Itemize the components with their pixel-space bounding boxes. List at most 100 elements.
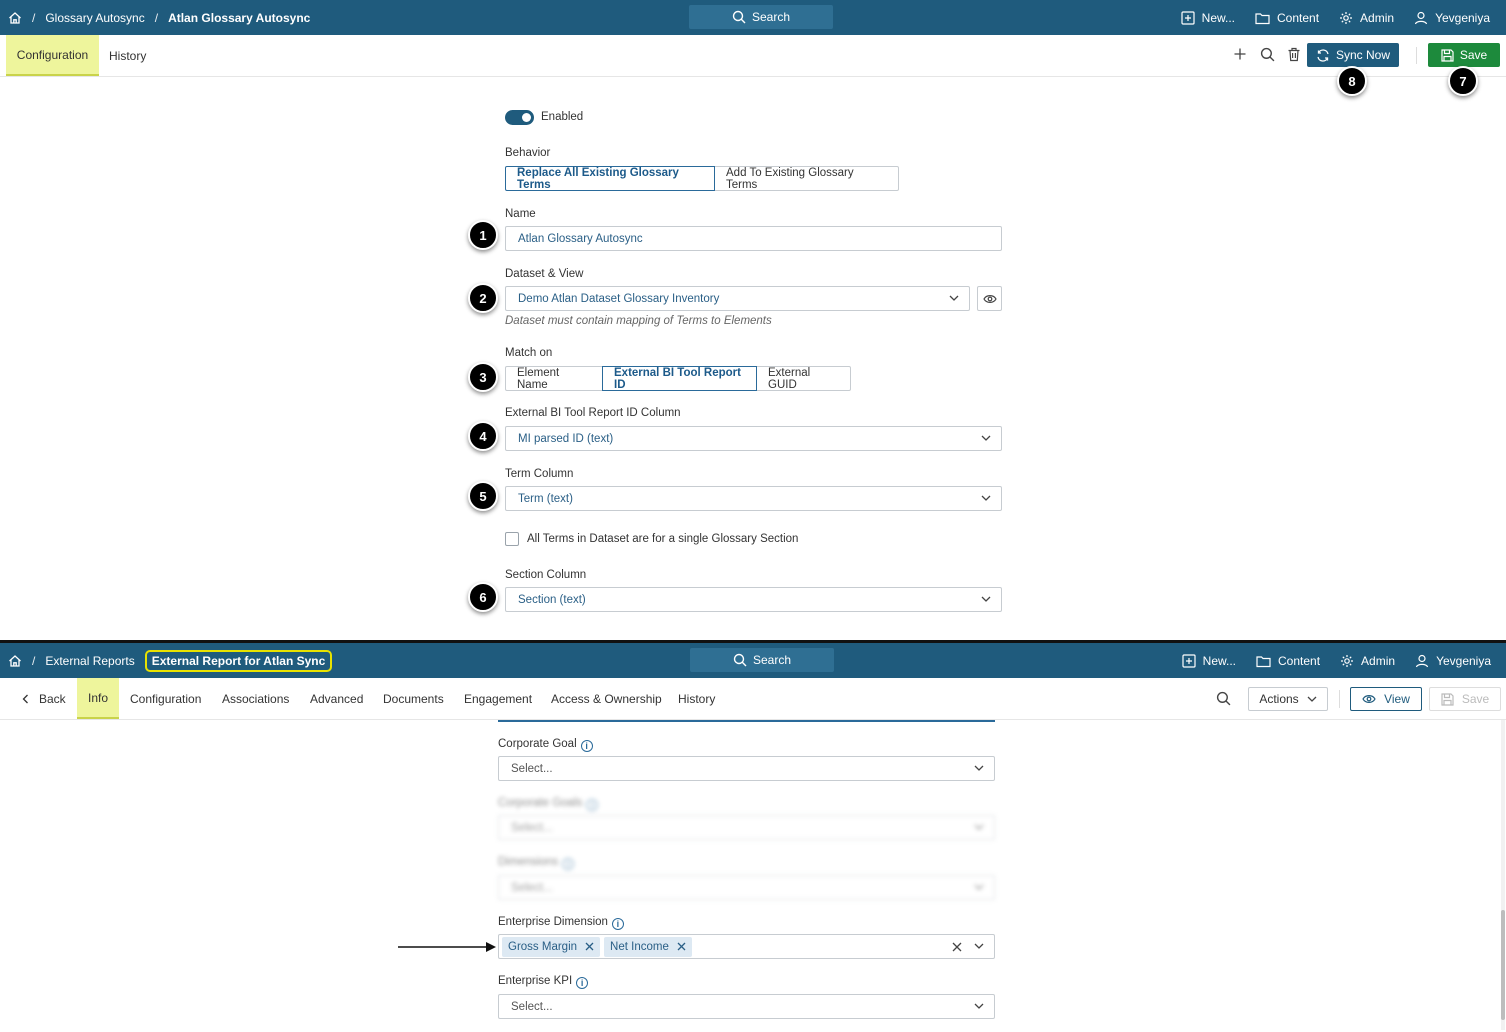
chevron-down-icon [974,823,984,831]
search-icon [732,10,746,24]
report-id-column-select[interactable]: MI parsed ID (text) [505,426,1002,451]
chevron-down-icon [974,1002,984,1010]
corporate-goal-label: Corporate Goal i [498,738,593,752]
trash-icon[interactable] [1287,47,1301,62]
eye-icon [1362,694,1376,704]
tab-history[interactable]: History [678,678,715,719]
corporate-goals-select[interactable]: Select... [498,815,995,840]
match-option-report-id[interactable]: External BI Tool Report ID [602,366,757,391]
tab-info[interactable]: Info [77,678,119,719]
chevron-down-icon [981,494,991,502]
single-section-checkbox[interactable] [505,532,519,546]
name-field[interactable]: Atlan Glossary Autosync [505,226,1002,251]
section-column-value: Section (text) [518,593,586,606]
info-icon: i [586,799,599,811]
toggle-knob [522,113,531,122]
add-icon[interactable] [1233,47,1247,61]
behavior-label: Behavior [505,147,551,159]
chevron-down-icon [1307,695,1317,703]
chip-net-income: Net Income [604,936,692,957]
tab-info-label: Info [87,690,108,705]
behavior-option-add[interactable]: Add To Existing Glossary Terms [714,166,899,191]
step-marker-7: 7 [1448,66,1478,96]
search-icon [733,653,747,667]
tab-engagement[interactable]: Engagement [464,678,532,719]
tab-configuration[interactable]: Configuration [130,678,201,719]
view-dataset-button[interactable] [977,286,1002,311]
term-column-select[interactable]: Term (text) [505,486,1002,511]
content-label: Content [1277,10,1320,25]
chevron-down-icon [974,764,984,772]
step-marker-5: 5 [468,481,498,511]
gear-icon [1339,11,1353,25]
tab-access-ownership[interactable]: Access & Ownership [551,678,662,719]
step-marker-2: 2 [468,283,498,313]
clear-all-icon[interactable] [952,942,962,952]
new-menu[interactable]: New... [1181,11,1235,25]
match-option-element-name[interactable]: Element Name [505,366,603,391]
save-button-disabled[interactable]: Save [1429,687,1501,711]
tab-documents[interactable]: Documents [383,678,444,719]
admin-menu[interactable]: Admin [1340,654,1395,668]
content-menu[interactable]: Content [1256,654,1320,668]
search-icon[interactable] [1260,47,1275,62]
new-menu[interactable]: New... [1182,654,1236,668]
global-search[interactable]: Search [690,648,834,672]
enterprise-dimension-multiselect[interactable]: Gross Margin Net Income [498,934,995,959]
global-search[interactable]: Search [689,5,833,29]
match-option-guid[interactable]: External GUID [756,366,851,391]
tab-configuration[interactable]: Configuration [6,35,99,76]
sync-now-button[interactable]: Sync Now [1307,43,1399,67]
save-label: Save [1461,692,1490,706]
back-button[interactable]: Back [22,678,66,719]
close-icon[interactable] [585,942,594,951]
close-icon[interactable] [677,942,686,951]
save-label: Save [1459,48,1488,62]
content-label: Content [1278,653,1321,668]
enterprise-dimension-text: Enterprise Dimension [498,916,608,928]
corporate-goal-select[interactable]: Select... [498,756,995,781]
dimensions-select[interactable]: Select... [498,875,995,900]
plus-square-icon [1182,653,1196,668]
info-icon[interactable]: i [580,740,593,752]
new-label: New... [1201,10,1236,25]
section-column-select[interactable]: Section (text) [505,587,1002,612]
behavior-segmented: Replace All Existing Glossary Terms Add … [505,166,899,191]
scrollbar[interactable] [1501,720,1505,1030]
name-value: Atlan Glossary Autosync [518,232,643,245]
scrollbar-thumb[interactable] [1501,910,1505,1020]
view-button[interactable]: View [1350,687,1422,711]
user-menu[interactable]: Yevgeniya [1414,11,1490,25]
breadcrumb-separator: / [154,10,159,25]
breadcrumb-external-reports[interactable]: External Reports [45,654,134,668]
user-menu[interactable]: Yevgeniya [1415,654,1491,668]
chevron-left-icon [22,694,29,704]
breadcrumb: / Glossary Autosync / Atlan Glossary Aut… [8,0,310,35]
tab-advanced[interactable]: Advanced [310,678,363,719]
tab-associations[interactable]: Associations [222,678,289,719]
actions-button[interactable]: Actions [1248,687,1328,711]
info-icon: i [562,858,575,870]
corporate-goals-placeholder: Select... [511,821,553,834]
admin-menu[interactable]: Admin [1339,11,1394,25]
step-marker-3: 3 [468,362,498,392]
info-icon[interactable]: i [576,977,589,989]
content-menu[interactable]: Content [1255,11,1319,25]
dataset-select[interactable]: Demo Atlan Dataset Glossary Inventory [505,286,970,311]
save-button[interactable]: Save [1428,43,1500,67]
behavior-option-replace[interactable]: Replace All Existing Glossary Terms [505,166,715,191]
home-icon[interactable] [8,654,22,668]
home-icon[interactable] [8,11,22,25]
breadcrumb-glossary-autosync[interactable]: Glossary Autosync [45,11,144,25]
chevron-down-icon [981,434,991,442]
dataset-label: Dataset & View [505,268,584,280]
search-icon[interactable] [1216,691,1231,706]
enabled-toggle[interactable] [505,110,534,125]
enterprise-kpi-text: Enterprise KPI [498,975,573,987]
enterprise-kpi-select[interactable]: Select... [498,994,995,1019]
info-icon[interactable]: i [611,918,624,930]
single-section-label: All Terms in Dataset are for a single Gl… [527,533,799,545]
tab-history[interactable]: History [109,35,146,76]
corporate-goal-placeholder: Select... [511,762,553,775]
chevron-down-icon [974,942,984,950]
